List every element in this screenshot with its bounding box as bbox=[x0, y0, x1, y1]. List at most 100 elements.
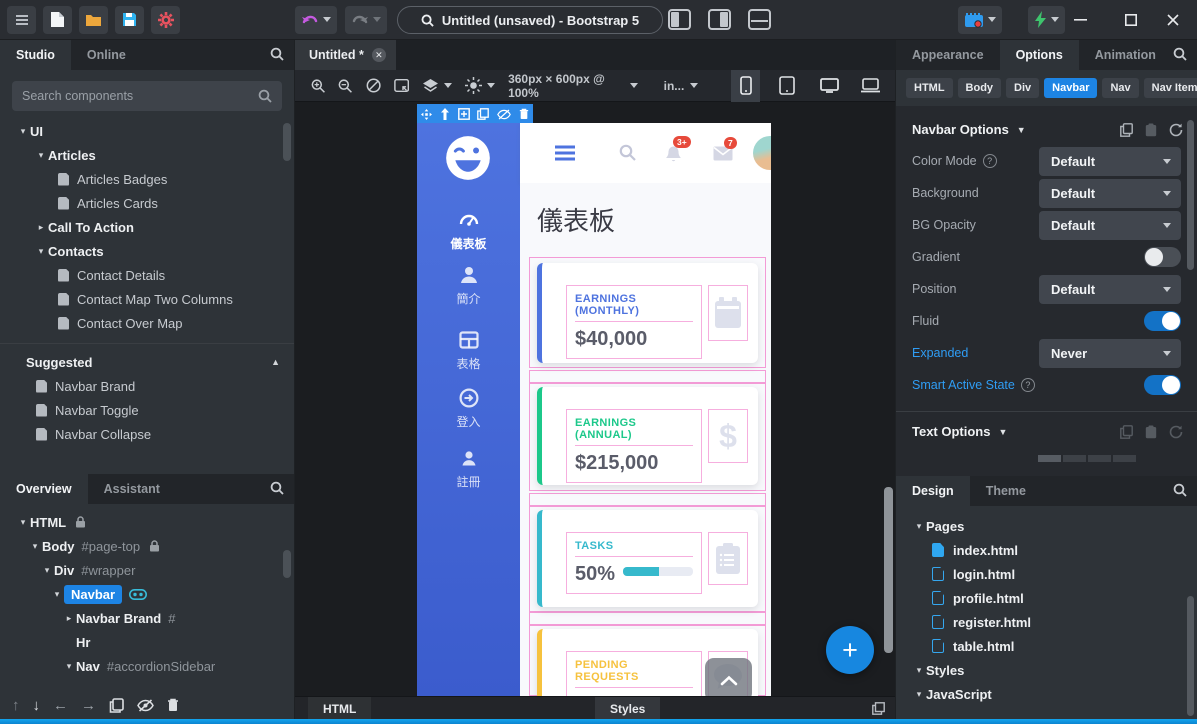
settings-button[interactable] bbox=[151, 5, 180, 34]
collapse-section-icon[interactable]: ▲ bbox=[271, 357, 280, 367]
dom-node-hr[interactable]: Hr bbox=[0, 630, 294, 654]
hide-icon[interactable] bbox=[137, 698, 154, 712]
page-item-login[interactable]: login.html bbox=[896, 562, 1197, 586]
user-avatar[interactable] bbox=[753, 136, 771, 170]
duplicate-icon[interactable] bbox=[477, 108, 490, 120]
paste-options-icon[interactable] bbox=[1145, 123, 1157, 137]
copy-options-icon[interactable] bbox=[1120, 122, 1133, 137]
search-icon[interactable] bbox=[1173, 47, 1187, 61]
undo-button[interactable] bbox=[295, 5, 337, 34]
tree-group-pages[interactable]: ▾ Pages bbox=[896, 514, 1197, 538]
toggle-bottom-panel-icon[interactable] bbox=[748, 9, 771, 30]
tree-group-styles[interactable]: ▾ Styles bbox=[896, 658, 1197, 682]
screen-record-button[interactable] bbox=[958, 5, 1002, 34]
minimize-button[interactable] bbox=[1058, 0, 1102, 40]
tree-item[interactable]: Contact Details bbox=[0, 263, 294, 287]
redo-history-caret[interactable] bbox=[373, 17, 381, 22]
tab-animation[interactable]: Animation bbox=[1079, 40, 1172, 70]
tab-theme[interactable]: Theme bbox=[970, 476, 1042, 506]
fit-screen-icon[interactable] bbox=[394, 78, 409, 93]
dom-node-div[interactable]: ▾ Div #wrapper bbox=[0, 558, 294, 582]
tab-assistant[interactable]: Assistant bbox=[88, 474, 176, 504]
expanded-select[interactable]: Never bbox=[1039, 338, 1181, 368]
tree-group-call-to-action[interactable]: ▸ Call To Action bbox=[0, 215, 294, 239]
tab-studio[interactable]: Studio bbox=[0, 40, 71, 70]
dom-node-navbar-brand[interactable]: ▸ Navbar Brand # bbox=[0, 606, 294, 630]
layers-dropdown[interactable] bbox=[422, 78, 453, 93]
hide-icon[interactable] bbox=[497, 108, 512, 120]
delete-icon[interactable] bbox=[167, 698, 179, 712]
redo-button[interactable] bbox=[345, 5, 387, 34]
sidebar-toggle-icon[interactable] bbox=[554, 145, 576, 161]
reset-options-icon[interactable] bbox=[1169, 123, 1183, 137]
new-design-button[interactable] bbox=[43, 5, 72, 34]
scrollbar-thumb[interactable] bbox=[1187, 120, 1194, 270]
close-button[interactable] bbox=[1151, 0, 1195, 40]
page-preview[interactable]: 儀表板 簡介 表格 登入 註冊 3+ 7 儀表板 EARNINGS (MONTH… bbox=[417, 123, 771, 696]
search-icon[interactable] bbox=[270, 481, 284, 495]
component-search-input[interactable] bbox=[22, 89, 258, 103]
breakpoint-segments[interactable] bbox=[1038, 455, 1197, 462]
brand-smiley-logo[interactable] bbox=[445, 135, 491, 181]
environment-dropdown[interactable] bbox=[465, 77, 496, 94]
breadcrumb-chip[interactable]: Nav bbox=[1102, 78, 1139, 98]
add-component-fab[interactable]: + bbox=[826, 626, 874, 674]
dom-node-nav[interactable]: ▾ Nav #accordionSidebar bbox=[0, 654, 294, 678]
paste-options-icon[interactable] bbox=[1145, 425, 1157, 439]
tree-item[interactable]: Contact Over Map bbox=[0, 311, 294, 335]
device-desktop-button[interactable] bbox=[815, 70, 844, 102]
gradient-toggle[interactable] bbox=[1144, 247, 1181, 267]
search-icon[interactable] bbox=[270, 47, 284, 61]
maximize-button[interactable] bbox=[1109, 0, 1153, 40]
text-options-header[interactable]: Text Options ▼ bbox=[896, 414, 1197, 447]
breadcrumb-chip[interactable]: Body bbox=[957, 78, 1002, 98]
open-design-button[interactable] bbox=[79, 5, 108, 34]
suggested-item[interactable]: Navbar Brand bbox=[0, 374, 294, 398]
tree-group-javascript[interactable]: ▾ JavaScript bbox=[896, 682, 1197, 706]
suggested-header[interactable]: Suggested ▲ bbox=[0, 350, 294, 374]
breadcrumb-chip-selected[interactable]: Navbar bbox=[1044, 78, 1098, 98]
page-item-index[interactable]: index.html bbox=[896, 538, 1197, 562]
page-tab-untitled[interactable]: Untitled * ✕ bbox=[295, 40, 396, 70]
move-out-icon[interactable]: ← bbox=[53, 697, 68, 714]
toggle-left-panel-icon[interactable] bbox=[668, 9, 691, 30]
breakpoint-dropdown[interactable]: in... bbox=[664, 79, 699, 93]
sidebar-link-dashboard[interactable]: 儀表板 bbox=[417, 210, 520, 252]
background-select[interactable]: Default bbox=[1039, 178, 1181, 208]
delete-icon[interactable] bbox=[519, 108, 529, 120]
scrollbar-thumb[interactable] bbox=[283, 123, 291, 161]
sidebar-link-login[interactable]: 登入 bbox=[417, 388, 520, 430]
tree-group-articles[interactable]: ▾ Articles bbox=[0, 143, 294, 167]
card-earnings-monthly[interactable]: EARNINGS (MONTHLY) $40,000 bbox=[537, 263, 758, 363]
tree-item[interactable]: Contact Map Two Columns bbox=[0, 287, 294, 311]
device-tablet-button[interactable] bbox=[773, 70, 802, 102]
breadcrumb-chip[interactable]: Nav Item bbox=[1143, 78, 1197, 98]
card-earnings-annual[interactable]: EARNINGS (ANNUAL) $215,000 $ bbox=[537, 387, 758, 485]
component-search[interactable] bbox=[12, 81, 282, 111]
tab-online[interactable]: Online bbox=[71, 40, 142, 70]
save-button[interactable] bbox=[115, 5, 144, 34]
duplicate-icon[interactable] bbox=[109, 697, 124, 713]
zoom-reset-icon[interactable] bbox=[366, 77, 381, 94]
page-item-profile[interactable]: profile.html bbox=[896, 586, 1197, 610]
copy-options-icon[interactable] bbox=[1120, 424, 1133, 439]
tree-item[interactable]: Articles Badges bbox=[0, 167, 294, 191]
bottom-tab-styles[interactable]: Styles bbox=[595, 697, 661, 720]
dom-node-navbar-selected[interactable]: ▾ Navbar bbox=[0, 582, 294, 606]
device-phone-button[interactable] bbox=[731, 69, 761, 102]
tree-item[interactable]: Articles Cards bbox=[0, 191, 294, 215]
tab-options[interactable]: Options bbox=[999, 40, 1079, 70]
tab-overview[interactable]: Overview bbox=[0, 474, 88, 504]
sidebar-link-profile[interactable]: 簡介 bbox=[417, 265, 520, 307]
canvas-size-dropdown[interactable]: 360px × 600px @ 100% bbox=[508, 72, 638, 100]
undo-history-caret[interactable] bbox=[323, 17, 331, 22]
dom-node-html[interactable]: ▾ HTML bbox=[0, 510, 294, 534]
smart-active-state-toggle[interactable] bbox=[1144, 375, 1181, 395]
navbar-options-header[interactable]: Navbar Options ▼ bbox=[896, 112, 1197, 145]
help-icon[interactable]: ? bbox=[982, 154, 997, 168]
page-item-table[interactable]: table.html bbox=[896, 634, 1197, 658]
reset-options-icon[interactable] bbox=[1169, 425, 1183, 439]
move-up-icon[interactable]: ↑ bbox=[12, 697, 20, 714]
suggested-item[interactable]: Navbar Toggle bbox=[0, 398, 294, 422]
toggle-right-panel-icon[interactable] bbox=[708, 9, 731, 30]
